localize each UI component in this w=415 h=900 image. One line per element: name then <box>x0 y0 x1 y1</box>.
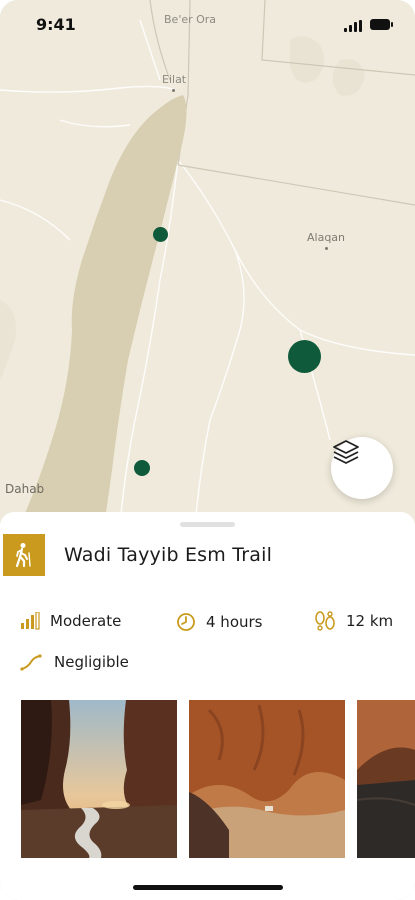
signal-icon <box>344 20 364 32</box>
photo-canyon-partial <box>357 700 415 858</box>
distance-value: 12 km <box>346 612 394 630</box>
place-dot-alaqan <box>325 247 328 250</box>
elevation-stat: Negligible <box>20 653 129 671</box>
difficulty-stat: Moderate <box>20 612 121 630</box>
trail-detail-sheet[interactable]: Wadi Tayyib Esm Trail Moderate 4 hours 1… <box>0 512 415 900</box>
sheet-grabber[interactable] <box>180 522 235 527</box>
photo-red-rock-cliffs <box>189 700 345 858</box>
place-dot-eilat <box>172 89 175 92</box>
place-label-dahab: Dahab <box>5 482 45 496</box>
phone-screen: Be'er Ora Eilat Alaqan Dahab 9:41 Wadi T… <box>0 0 415 900</box>
battery-icon <box>370 19 393 30</box>
home-indicator[interactable] <box>133 885 283 890</box>
duration-stat: 4 hours <box>176 612 262 632</box>
elevation-curve-icon <box>20 654 42 671</box>
map-view[interactable]: Be'er Ora Eilat Alaqan Dahab <box>0 0 415 525</box>
layers-button[interactable] <box>331 437 393 499</box>
clock-icon <box>177 613 195 631</box>
status-time: 9:41 <box>36 15 76 34</box>
footprints-icon <box>315 611 335 631</box>
trail-photo[interactable] <box>21 700 177 858</box>
trail-marker[interactable] <box>134 460 150 476</box>
trail-photo[interactable] <box>189 700 345 858</box>
difficulty-bars-icon <box>21 612 40 630</box>
trail-photo[interactable] <box>357 700 415 858</box>
hiker-icon-badge <box>3 534 45 576</box>
trail-title: Wadi Tayyib Esm Trail <box>64 544 273 566</box>
distance-stat: 12 km <box>314 610 393 632</box>
hiker-icon <box>15 543 31 568</box>
status-bar: 9:41 <box>0 0 415 50</box>
trail-marker-selected[interactable] <box>288 340 321 373</box>
duration-value: 4 hours <box>206 613 263 631</box>
difficulty-value: Moderate <box>50 612 122 630</box>
trail-marker[interactable] <box>153 227 168 242</box>
place-label-alaqan: Alaqan <box>307 231 346 244</box>
place-label-eilat: Eilat <box>162 73 187 86</box>
elevation-value: Negligible <box>54 653 129 671</box>
photo-canyon-stream-sunset <box>21 700 177 858</box>
layers-icon <box>333 440 359 464</box>
